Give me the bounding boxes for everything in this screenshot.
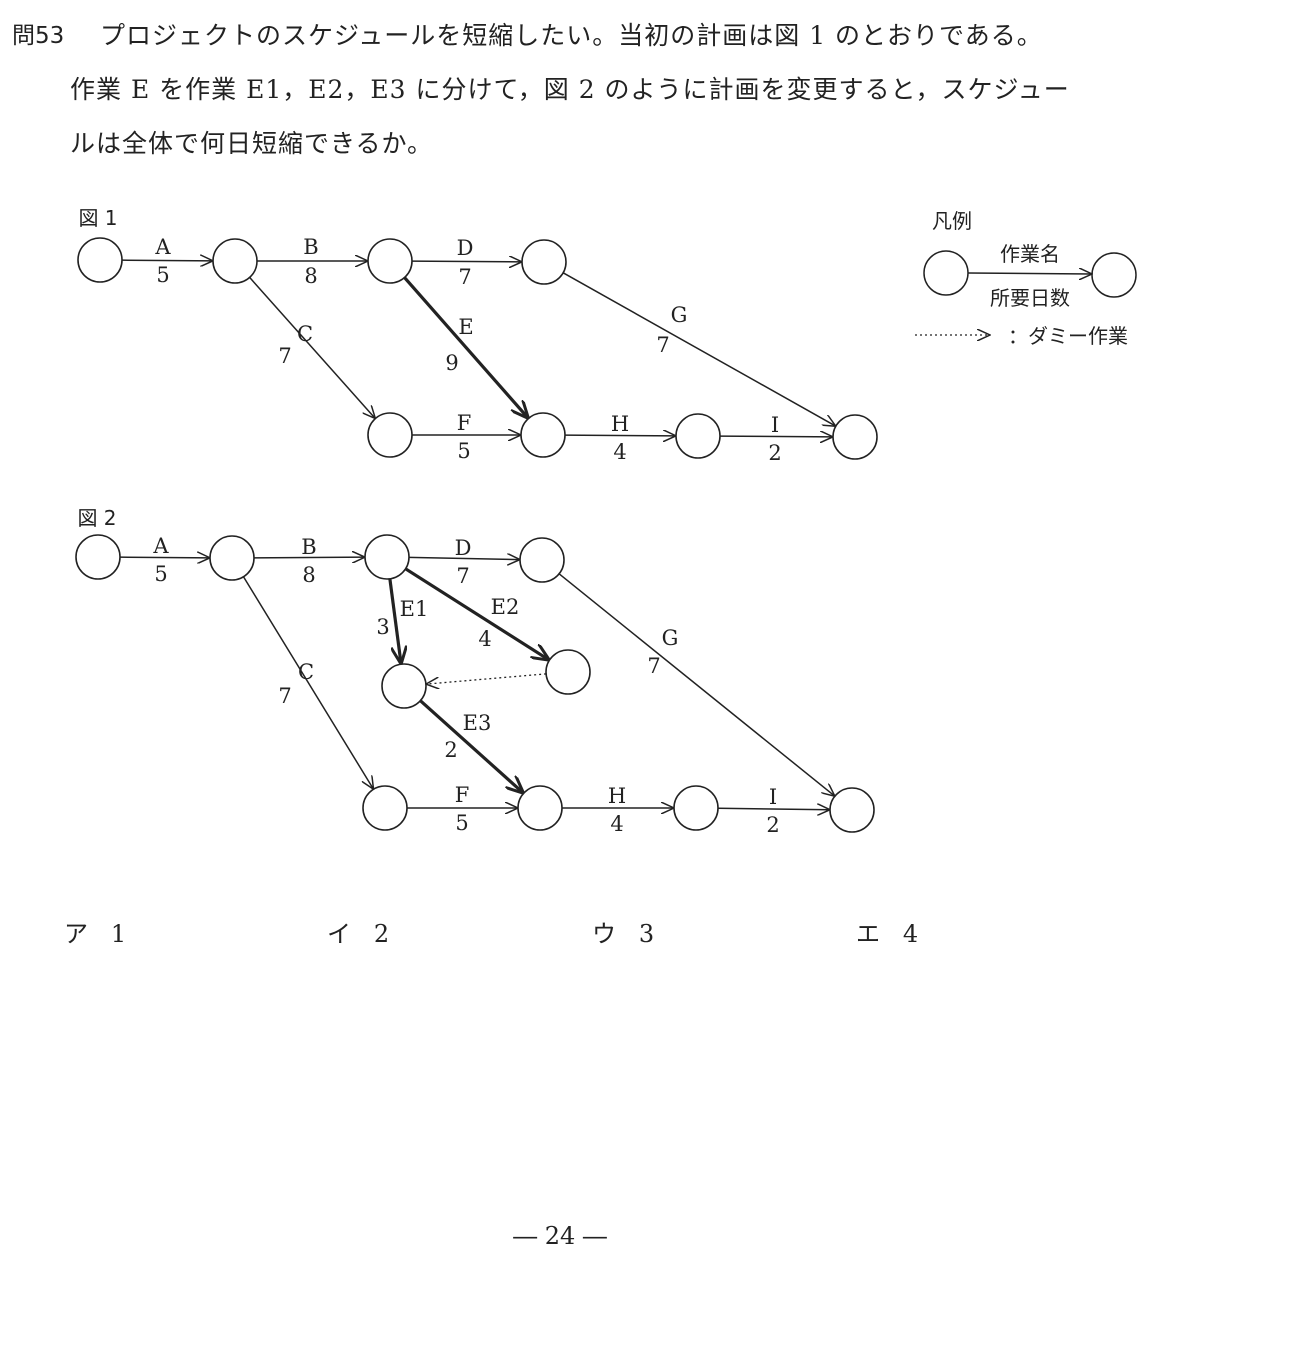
fig1-edge-g [562,272,836,426]
answer-label: イ [327,920,351,948]
fig1-edge-c [249,276,376,418]
fig1-edge-name: I [771,413,779,437]
fig1-node [367,238,413,284]
answer-i[interactable]: イ 2 [327,914,389,949]
fig2-edge-name: C [298,660,314,684]
fig2-node [517,785,563,831]
answer-value: 4 [902,920,919,948]
fig2-edge-name: H [608,784,626,808]
legend: 凡例 作業名 所要日数 ：ダミー作業 [915,209,1137,348]
fig1-edge-a [121,260,213,261]
answer-a[interactable]: ア 1 [64,914,126,949]
fig2-edge-name: G [662,626,679,650]
fig2-node [364,534,410,580]
fig2-edge-days: 2 [444,738,457,762]
fig1-node [212,238,258,284]
fig2-edge-name: D [455,536,472,560]
fig1-edge-name: H [611,412,629,436]
figure2-title: 図 2 [77,506,116,530]
fig2-node [519,537,565,583]
network-diagrams: 図 1 図 2 A5B8D7C7E9F5H4I2G7 A5B8D7E13E24E… [75,206,1137,837]
fig1-edge-days: 8 [304,264,317,288]
fig2-edge-days: 7 [456,564,469,588]
fig2-edge-name: E1 [400,597,429,621]
fig1-edge-e [403,276,529,419]
fig2-node [381,663,427,709]
fig2-edge-e1 [388,578,401,664]
fig2-edge-dummy [426,673,547,684]
fig1-node [520,412,566,458]
fig2-edge-name: E3 [463,711,492,735]
fig1-edge-name: G [671,303,688,327]
fig2-edge-days: 7 [647,654,660,678]
fig1-edge-days: 9 [445,351,458,375]
fig2-node [545,649,591,695]
fig2-edge-name: E2 [491,595,520,619]
fig2-edge-name: F [455,783,470,807]
fig2-edge-days: 2 [766,813,779,837]
fig2-edge-name: I [769,785,777,809]
answer-value: 3 [638,920,655,948]
fig1-edge-name: D [457,236,474,260]
fig1-node [521,239,567,285]
figure1: A5B8D7C7E9F5H4I2G7 [77,235,878,465]
fig2-edge-days: 5 [455,811,468,835]
legend-node [1091,252,1137,298]
fig1-edge-days: 7 [458,265,471,289]
fig2-edge-days: 5 [154,562,167,586]
fig2-node [829,787,875,833]
figure2: A5B8D7E13E24E32C7F5H4I2G7 [75,534,875,837]
fig2-node [673,785,719,831]
fig2-edge-days: 3 [376,615,389,639]
answer-u[interactable]: ウ 3 [592,914,654,949]
fig2-edge-days: 4 [478,627,491,651]
fig1-edge-name: F [457,411,472,435]
fig1-edge-name: E [458,315,473,339]
fig2-node [209,535,255,581]
legend-arrow [967,273,1092,274]
legend-task-name: 作業名 [1000,242,1060,266]
fig2-edge-days: 4 [610,812,623,836]
page-number: ― 24 ― [513,1222,607,1250]
legend-title: 凡例 [932,209,972,233]
fig1-edge-name: A [154,235,171,259]
fig1-node [77,237,123,283]
fig1-edge-days: 2 [768,441,781,465]
answer-label: ア [64,920,88,948]
answer-value: 2 [373,920,390,948]
legend-duration: 所要日数 [990,286,1070,310]
fig1-edge-days: 4 [613,440,626,464]
fig2-edge-g [558,573,835,796]
fig1-node [832,414,878,460]
fig1-edge-d [411,261,522,262]
fig2-edge-days: 7 [278,684,291,708]
fig1-node [367,412,413,458]
fig1-edge-days: 7 [656,333,669,357]
answer-value: 1 [110,920,127,948]
legend-dummy-label: ：ダミー作業 [1008,324,1128,348]
fig1-edge-days: 5 [156,263,169,287]
figure1-title: 図 1 [78,206,117,230]
fig2-node [75,534,121,580]
fig2-edge-days: 8 [302,563,315,587]
answer-label: エ [856,920,880,948]
fig2-edge-name: A [152,534,169,558]
fig1-edge-days: 7 [278,344,291,368]
fig1-edge-name: B [303,235,318,259]
fig1-edge-days: 5 [457,439,470,463]
fig1-node [675,413,721,459]
answer-e[interactable]: エ 4 [856,914,918,949]
fig2-node [362,785,408,831]
legend-node [923,250,969,296]
fig1-edge-name: C [297,322,313,346]
fig2-edge-name: B [301,535,316,559]
answer-label: ウ [592,920,616,948]
